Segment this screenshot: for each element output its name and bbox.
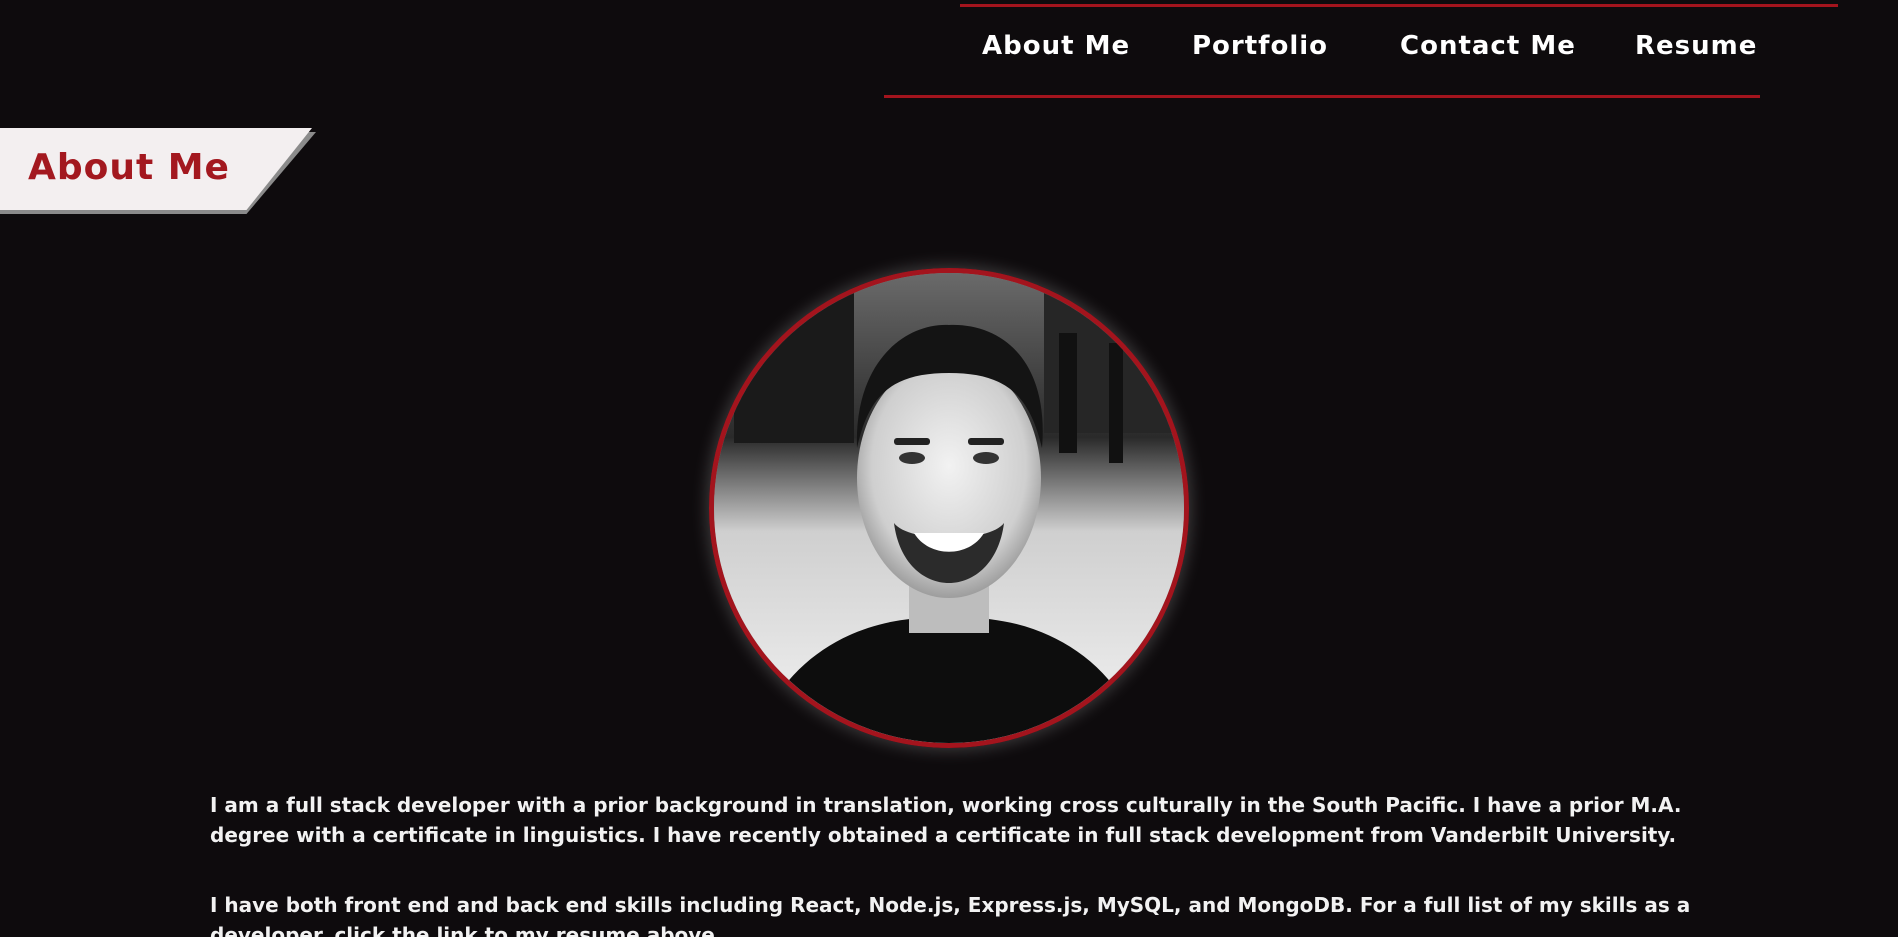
about-paragraph-1: I am a full stack developer with a prior… [210,793,1682,847]
main-nav: About Me Portfolio Contact Me Resume [960,26,1760,66]
nav-top-rule [960,4,1838,7]
nav-link-contact-me[interactable]: Contact Me [1400,26,1576,66]
about-paragraph-2: I have both front end and back end skill… [210,893,1691,937]
nav-link-portfolio[interactable]: Portfolio [1192,26,1328,66]
nav-link-about-me[interactable]: About Me [982,26,1130,66]
section-title: About Me [28,147,230,188]
nav-link-resume[interactable]: Resume [1635,26,1757,66]
profile-photo [709,268,1189,748]
profile-photo-illustration [714,273,1184,743]
nav-bottom-rule [884,95,1760,98]
page: About Me Portfolio Contact Me Resume Abo… [0,0,1898,937]
